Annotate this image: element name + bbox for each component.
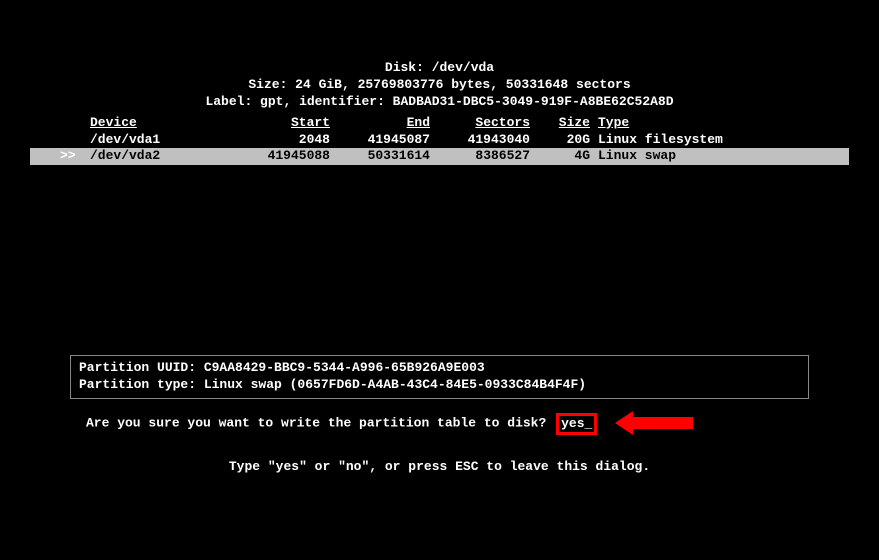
col-type: Type bbox=[598, 115, 758, 132]
terminal-screen: Disk: /dev/vda Size: 24 GiB, 25769803776… bbox=[0, 0, 879, 506]
cell-start: 41945088 bbox=[220, 148, 330, 165]
cell-size: 20G bbox=[530, 132, 590, 149]
selection-marker: >> bbox=[60, 148, 76, 165]
cell-sectors: 41943040 bbox=[430, 132, 530, 149]
cell-end: 50331614 bbox=[330, 148, 430, 165]
confirm-input[interactable]: yes_ bbox=[556, 413, 597, 436]
cell-sectors: 8386527 bbox=[430, 148, 530, 165]
col-device: Device bbox=[90, 115, 220, 132]
col-end: End bbox=[330, 115, 430, 132]
col-sectors: Sectors bbox=[430, 115, 530, 132]
col-start: Start bbox=[220, 115, 330, 132]
partition-info-box: Partition UUID: C9AA8429-BBC9-5344-A996-… bbox=[70, 355, 809, 399]
cell-device: /dev/vda2 bbox=[90, 148, 220, 165]
disk-size: Size: 24 GiB, 25769803776 bytes, 5033164… bbox=[30, 77, 849, 94]
disk-label: Label: gpt, identifier: BADBAD31-DBC5-30… bbox=[30, 94, 849, 111]
arrow-head-icon bbox=[615, 411, 633, 435]
annotation-arrow bbox=[615, 411, 693, 435]
partition-row-1[interactable]: /dev/vda1 2048 41945087 41943040 20G Lin… bbox=[30, 132, 849, 149]
disk-title: Disk: /dev/vda bbox=[30, 60, 849, 77]
partition-uuid: Partition UUID: C9AA8429-BBC9-5344-A996-… bbox=[79, 360, 800, 377]
cell-device: /dev/vda1 bbox=[90, 132, 220, 149]
cell-end: 41945087 bbox=[330, 132, 430, 149]
cell-size: 4G bbox=[530, 148, 590, 165]
disk-header: Disk: /dev/vda Size: 24 GiB, 25769803776… bbox=[30, 60, 849, 111]
partition-type: Partition type: Linux swap (0657FD6D-A4A… bbox=[79, 377, 800, 394]
cell-start: 2048 bbox=[220, 132, 330, 149]
arrow-shaft-icon bbox=[633, 417, 693, 429]
prompt-question: Are you sure you want to write the parti… bbox=[86, 416, 546, 431]
cell-type: Linux swap bbox=[598, 148, 758, 165]
cell-type: Linux filesystem bbox=[598, 132, 758, 149]
confirm-prompt: Are you sure you want to write the parti… bbox=[30, 411, 849, 435]
partition-row-2[interactable]: >> /dev/vda2 41945088 50331614 8386527 4… bbox=[30, 148, 849, 165]
prompt-hint: Type "yes" or "no", or press ESC to leav… bbox=[30, 459, 849, 476]
col-size: Size bbox=[530, 115, 590, 132]
partition-table-header: Device Start End Sectors Size Type bbox=[30, 115, 849, 132]
